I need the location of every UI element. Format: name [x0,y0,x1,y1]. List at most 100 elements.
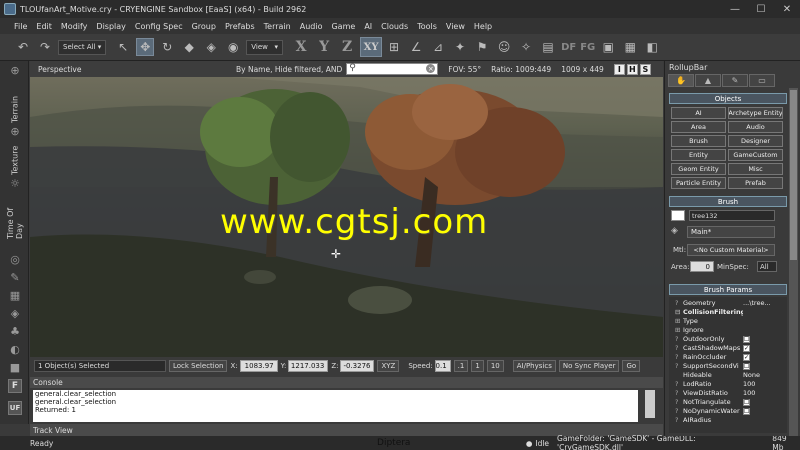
menu-modify[interactable]: Modify [61,22,88,31]
snap-terrain-icon[interactable]: ◈ [202,38,220,56]
param-row[interactable]: ? OutdoorOnly ☐ [675,335,783,343]
axis-z-button[interactable]: Z [337,37,357,57]
brush-tool-icon[interactable]: ✎ [7,271,23,285]
tab-time-of-day[interactable]: Time Of Day [6,191,24,239]
param-checkbox[interactable]: ☐ [743,335,750,343]
objects-icon[interactable]: ◈ [7,307,23,321]
fg-button[interactable]: FG [580,42,595,53]
terrain-tab-icon[interactable]: ▲ [695,74,721,87]
time-of-day-icon[interactable]: ☼ [7,177,23,191]
axis-xy-button[interactable]: XY [360,37,383,57]
param-checkbox[interactable]: ☐ [743,362,750,370]
modify-tab-icon[interactable]: ✎ [722,74,748,87]
param-row[interactable]: ? LodRatio 100 [675,380,783,388]
close-button[interactable]: ✕ [774,1,800,17]
snap-geometry-icon[interactable]: ◉ [224,38,242,56]
dialogs-icon[interactable]: ◧ [643,38,661,56]
solid-icon[interactable]: ■ [7,361,23,375]
clear-search-icon[interactable]: × [426,64,436,73]
material-button[interactable]: <No Custom Material> [687,244,775,256]
physics-icon[interactable]: ⚑ [473,38,491,56]
menu-edit[interactable]: Edit [36,22,52,31]
speed-preset-10[interactable]: 10 [486,359,504,372]
menu-terrain[interactable]: Terrain [264,22,291,31]
param-row[interactable]: ? Geometry ...\tree... [675,299,783,307]
menu-config-spec[interactable]: Config Spec [135,22,183,31]
area-input[interactable]: 0 [690,261,714,272]
speed-input[interactable]: 0.1 [434,359,451,372]
param-row[interactable]: ? NotTriangulate ☐ [675,398,783,406]
ai-physics-button[interactable]: AI/Physics [512,359,556,372]
camera-icon[interactable]: ◎ [7,253,23,267]
objects-section-header[interactable]: Objects [669,93,787,104]
object-particle-entity-button[interactable]: Particle Entity [671,177,726,189]
object-ai-button[interactable]: AI [671,107,726,119]
coordinate-system-dropdown[interactable]: View ▾ [246,39,284,55]
scale-tool-icon[interactable]: ◆ [180,38,198,56]
layers-icon[interactable]: ▤ [539,38,557,56]
rotate-tool-icon[interactable]: ↻ [158,38,176,56]
go-button[interactable]: Go [622,359,641,372]
object-gamecustom-button[interactable]: GameCustom [728,149,783,161]
tab-terrain[interactable]: Terrain [6,81,24,123]
undo-icon[interactable]: ↶ [14,38,32,56]
selection-dropdown[interactable]: Select All ▾ [58,39,107,55]
move-tool-icon[interactable]: ✥ [136,38,155,56]
character-icon[interactable]: ☺ [495,38,513,56]
object-brush-button[interactable]: Brush [671,135,726,147]
game-mode-icon[interactable]: ✧ [517,38,535,56]
object-designer-button[interactable]: Designer [728,135,783,147]
z-coordinate-input[interactable]: -0.3276 [340,359,375,372]
param-checkbox[interactable]: ✓ [743,344,750,352]
axis-x-button[interactable]: X [291,37,311,57]
brush-name-input[interactable]: tree132 [689,210,775,221]
param-row[interactable]: ? CastShadowMaps ✓ [675,344,783,352]
pin-icon[interactable]: ⊕ [7,64,23,78]
param-row[interactable]: ? AIRadius [675,416,783,424]
display-tab-icon[interactable]: ▭ [749,74,775,87]
lock-selection-button[interactable]: Lock Selection [169,359,228,372]
param-row[interactable]: ⊞ Type [675,317,783,325]
menu-help[interactable]: Help [474,22,492,31]
menu-view[interactable]: View [446,22,465,31]
menu-tools[interactable]: Tools [417,22,437,31]
rollup-scrollbar-thumb[interactable] [790,90,797,260]
ai-navigation-icon[interactable]: ✦ [451,38,469,56]
tab-texture[interactable]: Texture [6,141,24,175]
maximize-button[interactable]: ☐ [748,1,774,17]
database-icon[interactable]: ▦ [621,38,639,56]
info-toggle-button[interactable]: I [613,63,625,75]
helpers-toggle-button[interactable]: H [626,63,638,75]
grid-icon[interactable]: ▦ [7,289,23,303]
menu-ai[interactable]: AI [364,22,372,31]
df-button[interactable]: DF [561,42,576,53]
f-button[interactable]: F [8,379,22,393]
menu-prefabs[interactable]: Prefabs [225,22,255,31]
ruler-icon[interactable]: ⊿ [429,38,447,56]
minimize-button[interactable]: — [722,1,748,17]
param-checkbox[interactable]: ☐ [743,407,750,415]
param-row[interactable]: ? RainOccluder ✓ [675,353,783,361]
menu-file[interactable]: File [14,22,27,31]
console-scrollbar[interactable] [645,390,655,418]
speed-preset-0-1[interactable]: .1 [453,359,469,372]
object-entity-button[interactable]: Entity [671,149,726,161]
no-sync-player-button[interactable]: No Sync Player [558,359,620,372]
param-checkbox[interactable]: ✓ [743,353,750,361]
param-row[interactable]: ⊞ Ignore [675,326,783,334]
y-coordinate-input[interactable]: 1217.033 [288,359,329,372]
objects-tab-icon[interactable]: ✋ [668,74,694,87]
texture-icon[interactable]: ⊕ [7,125,23,139]
environment-icon[interactable]: ◐ [7,343,23,357]
layer-button[interactable]: Main* [687,226,775,238]
object-area-button[interactable]: Area [671,121,726,133]
menu-audio[interactable]: Audio [300,22,323,31]
object-misc-button[interactable]: Misc [728,163,783,175]
brush-params-header[interactable]: Brush Params [669,284,787,295]
menu-game[interactable]: Game [331,22,355,31]
brush-section-header[interactable]: Brush [669,196,787,207]
axis-y-button[interactable]: Y [314,37,334,57]
redo-icon[interactable]: ↷ [36,38,54,56]
menu-group[interactable]: Group [192,22,216,31]
viewport-title[interactable]: Perspective [38,65,236,74]
